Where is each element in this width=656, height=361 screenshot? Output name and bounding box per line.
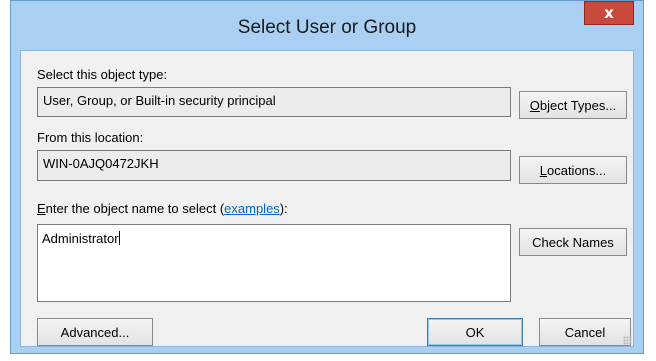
advanced-button[interactable]: Advanced... [37,318,153,346]
object-name-input[interactable]: Administrator [37,224,511,302]
examples-link[interactable]: examples [224,201,280,216]
resize-grip-icon[interactable] [623,336,632,345]
object-type-field: User, Group, or Built-in security princi… [37,87,511,117]
object-name-label: Enter the object name to select (example… [37,201,288,216]
locations-button[interactable]: Locations... [519,156,627,184]
location-field: WIN-0AJQ0472JKH [37,150,511,181]
close-icon: x [604,4,614,22]
dialog-title: Select User or Group [237,17,417,38]
object-types-button-label: Object Types... [529,97,617,113]
ok-button[interactable]: OK [427,318,523,346]
select-user-or-group-dialog: Select User or Group x Select this objec… [10,0,644,354]
cancel-button[interactable]: Cancel [539,318,631,346]
title-bar[interactable]: Select User or Group x [11,1,643,47]
object-type-label: Select this object type: [37,67,168,82]
check-names-button[interactable]: Check Names [519,228,627,256]
locations-button-label: Locations... [539,162,607,178]
dialog-body: Select this object type: User, Group, or… [20,50,634,347]
location-label: From this location: [37,130,144,145]
close-button[interactable]: x [584,1,634,25]
object-name-value: Administrator [42,231,119,246]
text-caret [118,231,120,245]
object-types-button[interactable]: Object Types... [519,91,627,119]
